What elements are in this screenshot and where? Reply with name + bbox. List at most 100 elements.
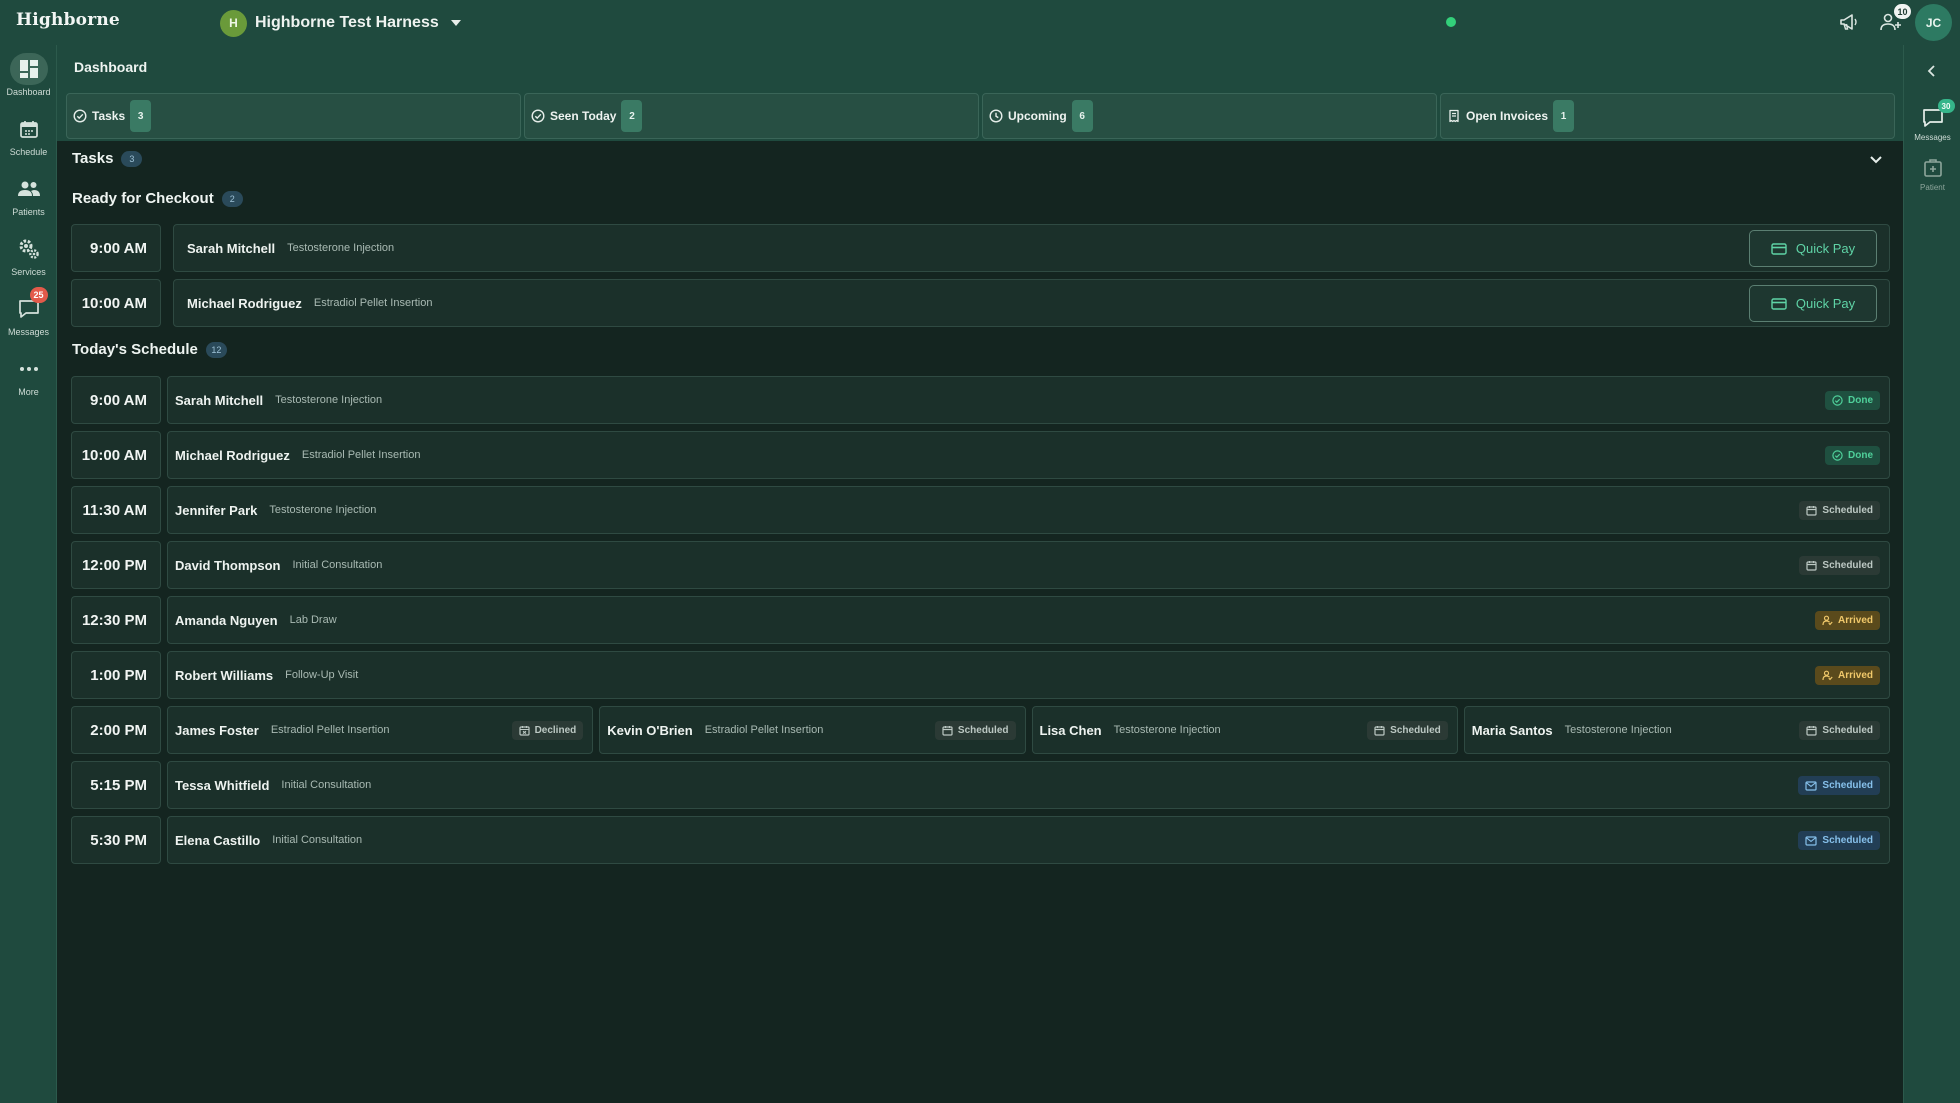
service-name: Testosterone Injection xyxy=(287,242,395,254)
user-avatar[interactable]: JC xyxy=(1915,4,1952,41)
tasks-count: 3 xyxy=(121,150,143,167)
status-badge: Arrived xyxy=(1814,666,1880,685)
nav-item-messages[interactable]: 25 Messages xyxy=(0,287,57,349)
appointment-time: 9:00 AM xyxy=(71,376,161,424)
org-avatar: H xyxy=(220,9,247,37)
tasks-section-header: Tasks 3 xyxy=(72,150,143,167)
chevron-down-icon[interactable] xyxy=(1868,152,1884,168)
rail-label-messages: Messages xyxy=(1914,133,1951,142)
calendar-icon xyxy=(1374,725,1385,736)
stat-label: Seen Today xyxy=(550,109,617,123)
appointment-time: 10:00 AM xyxy=(71,431,161,479)
status-label: Scheduled xyxy=(1822,725,1873,736)
calendar-icon xyxy=(1806,505,1818,516)
rail-item-messages[interactable]: 30 Messages xyxy=(1904,99,1960,153)
chat-icon: 25 xyxy=(10,287,48,325)
appointment-time: 10:00 AM xyxy=(71,279,161,327)
schedule-appointment[interactable]: Elena Castillo Initial Consultation Schedu… xyxy=(167,816,1890,864)
calendar-icon xyxy=(1806,725,1818,736)
quick-pay-button[interactable]: Quick Pay xyxy=(1749,285,1877,322)
tasks-title: Tasks xyxy=(72,150,114,167)
stat-card-tasks[interactable]: Tasks 3 xyxy=(66,93,521,139)
caret-down-icon xyxy=(450,20,461,26)
patient-name: Sarah Mitchell xyxy=(187,240,276,256)
top-bar: Highborne H Highborne Test Harness 10 JC xyxy=(0,0,1960,45)
schedule-appointment[interactable]: James Foster Estradiol Pellet Insertion De… xyxy=(167,706,594,754)
left-nav: Dashboard Schedule Patients Services 25 … xyxy=(0,45,57,1103)
stat-card-open-invoices[interactable]: Open Invoices 1 xyxy=(1440,93,1895,139)
status-label: Scheduled xyxy=(1822,505,1873,516)
nav-item-more[interactable]: More xyxy=(0,353,57,409)
brand-logo[interactable]: Highborne xyxy=(16,10,120,30)
org-name: Highborne Test Harness xyxy=(255,14,439,31)
patient-name: Amanda Nguyen xyxy=(175,612,278,628)
status-badge: Scheduled xyxy=(1799,501,1880,520)
schedule-appointment[interactable]: Maria Santos Testosterone Injection Schedu… xyxy=(1463,706,1890,754)
schedule-appointment[interactable]: Sarah Mitchell Testosterone Injection Done xyxy=(167,376,1890,424)
users-badge: 10 xyxy=(1894,4,1911,19)
patient-name: Michael Rodriguez xyxy=(187,295,302,311)
megaphone-icon[interactable] xyxy=(1837,10,1861,34)
nav-item-services[interactable]: Services xyxy=(0,233,57,289)
mail-icon xyxy=(1805,780,1818,791)
status-badge: Scheduled xyxy=(1799,721,1880,740)
checkout-row[interactable]: Sarah Mitchell Testosterone Injection Qu… xyxy=(173,224,1890,272)
stat-card-upcoming[interactable]: Upcoming 6 xyxy=(982,93,1437,139)
nav-label-schedule: Schedule xyxy=(9,147,48,157)
rail-messages-badge: 30 xyxy=(1937,99,1955,113)
rail-item-patient[interactable]: Patient xyxy=(1904,155,1960,203)
status-label: Arrived xyxy=(1837,670,1873,681)
patient-name: David Thompson xyxy=(175,557,281,573)
nav-label-messages: Messages xyxy=(7,327,50,337)
appointment-time: 5:30 PM xyxy=(71,816,161,864)
patient-name: Tessa Whitfield xyxy=(175,777,270,793)
patient-name: Maria Santos xyxy=(1471,722,1553,738)
nav-label-services: Services xyxy=(11,267,46,277)
patient-name: Elena Castillo xyxy=(175,832,261,848)
schedule-appointment[interactable]: Kevin O'Brien Estradiol Pellet Insertion S… xyxy=(599,706,1026,754)
org-switcher[interactable]: H Highborne Test Harness xyxy=(220,9,461,37)
schedule-appointment[interactable]: Jennifer Park Testosterone Injection Sched… xyxy=(167,486,1890,534)
service-name: Estradiol Pellet Insertion xyxy=(270,724,390,736)
appointment-time: 2:00 PM xyxy=(71,706,161,754)
calendar-x-icon xyxy=(518,725,530,736)
check-circle-icon xyxy=(531,109,545,123)
check-circle-icon xyxy=(1832,395,1843,406)
patient-name: Jennifer Park xyxy=(175,502,258,518)
ready-checkout-count: 2 xyxy=(221,190,243,207)
schedule-appointment[interactable]: Amanda Nguyen Lab Draw Arrived xyxy=(167,596,1890,644)
stat-card-seen-today[interactable]: Seen Today 2 xyxy=(524,93,979,139)
schedule-appointment[interactable]: Michael Rodriguez Estradiol Pellet Insert… xyxy=(167,431,1890,479)
status-label: Scheduled xyxy=(957,725,1009,736)
schedule-appointment[interactable]: David Thompson Initial Consultation Schedu… xyxy=(167,541,1890,589)
clock-icon xyxy=(989,109,1003,123)
status-label: Done xyxy=(1848,395,1873,406)
status-label: Scheduled xyxy=(1390,725,1441,736)
nav-item-dashboard[interactable]: Dashboard xyxy=(0,53,57,109)
chevron-left-icon[interactable] xyxy=(1924,63,1940,79)
nav-item-schedule[interactable]: Schedule xyxy=(0,113,57,169)
stat-count: 3 xyxy=(130,100,152,132)
schedule-section-header: Today's Schedule 12 xyxy=(72,341,227,358)
status-label: Done xyxy=(1848,450,1873,461)
schedule-appointment[interactable]: Tessa Whitfield Initial Consultation Sched… xyxy=(167,761,1890,809)
service-name: Lab Draw xyxy=(289,614,337,626)
status-badge: Scheduled xyxy=(1367,721,1448,740)
service-name: Follow-Up Visit xyxy=(285,669,359,681)
checkout-row[interactable]: Michael Rodriguez Estradiol Pellet Inser… xyxy=(173,279,1890,327)
page-header: Dashboard xyxy=(57,45,1903,91)
patient-name: Lisa Chen xyxy=(1039,722,1102,738)
schedule-title: Today's Schedule xyxy=(72,341,198,358)
credit-card-icon xyxy=(1771,242,1787,255)
service-name: Testosterone Injection xyxy=(1113,724,1221,736)
patient-name: Robert Williams xyxy=(175,667,274,683)
status-badge: Scheduled xyxy=(1799,556,1880,575)
chat-icon: 30 xyxy=(1919,99,1955,131)
schedule-appointment[interactable]: Robert Williams Follow-Up Visit Arrived xyxy=(167,651,1890,699)
users-icon[interactable]: 10 xyxy=(1879,4,1911,34)
status-badge: Done xyxy=(1825,446,1880,465)
status-badge: Declined xyxy=(511,721,584,740)
schedule-appointment[interactable]: Lisa Chen Testosterone Injection Scheduled xyxy=(1031,706,1458,754)
quick-pay-button[interactable]: Quick Pay xyxy=(1749,230,1877,267)
nav-item-patients[interactable]: Patients xyxy=(0,173,57,229)
